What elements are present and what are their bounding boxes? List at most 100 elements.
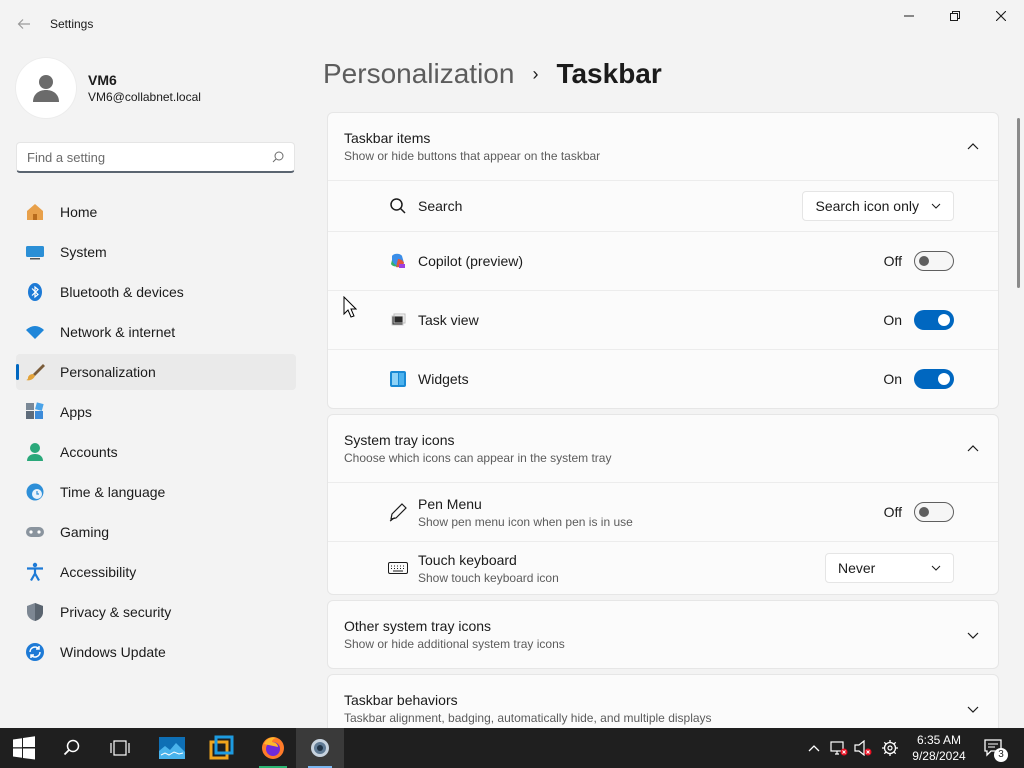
widgets-icon xyxy=(388,369,408,389)
back-button[interactable] xyxy=(12,12,36,36)
scrollbar[interactable] xyxy=(1017,118,1020,288)
accessibility-icon xyxy=(24,561,46,583)
chevron-down-icon xyxy=(931,565,941,571)
copilot-icon xyxy=(388,251,408,271)
section-title: Taskbar items xyxy=(344,130,431,146)
notifications-button[interactable]: 3 xyxy=(980,728,1008,768)
toggle-state-label: On xyxy=(883,312,902,328)
sidebar-item-apps[interactable]: Apps xyxy=(16,394,296,430)
task-view-icon xyxy=(388,310,408,330)
sidebar-item-bluetooth[interactable]: Bluetooth & devices xyxy=(16,274,296,310)
section-title: Taskbar behaviors xyxy=(344,692,458,708)
system-tray-section: System tray icons Choose which icons can… xyxy=(327,414,999,595)
chevron-down-icon[interactable] xyxy=(966,628,980,642)
section-title: System tray icons xyxy=(344,432,455,448)
system-tray-header[interactable]: System tray icons Choose which icons can… xyxy=(328,415,998,482)
gear-icon xyxy=(311,739,329,757)
shield-icon xyxy=(24,601,46,623)
search-icon xyxy=(63,739,80,756)
volume-muted-icon xyxy=(854,740,872,756)
toggle-state-label: On xyxy=(883,371,902,387)
app-title: Settings xyxy=(50,17,94,31)
sidebar-item-personalization[interactable]: Personalization xyxy=(16,354,296,390)
breadcrumb-parent[interactable]: Personalization xyxy=(323,58,514,90)
widgets-label: Widgets xyxy=(418,371,469,387)
sidebar-item-accessibility[interactable]: Accessibility xyxy=(16,554,296,590)
section-subtitle: Choose which icons can appear in the sys… xyxy=(344,451,612,465)
sidebar-item-windows-update[interactable]: Windows Update xyxy=(16,634,296,670)
start-button[interactable] xyxy=(0,728,48,768)
sidebar-item-network[interactable]: Network & internet xyxy=(16,314,296,350)
pen-menu-toggle[interactable] xyxy=(914,502,954,522)
taskbar-app-widgets[interactable] xyxy=(148,728,196,768)
sidebar-item-label: Windows Update xyxy=(60,644,166,660)
show-hidden-icons-button[interactable] xyxy=(804,728,824,768)
restore-button[interactable] xyxy=(932,0,978,32)
tray-settings-button[interactable] xyxy=(878,728,902,768)
task-view-toggle[interactable] xyxy=(914,310,954,330)
touch-keyboard-description: Show touch keyboard icon xyxy=(418,570,559,585)
sidebar-item-label: Gaming xyxy=(60,524,110,540)
sidebar-item-label: Accessibility xyxy=(60,564,137,580)
sidebar-item-privacy-security[interactable]: Privacy & security xyxy=(16,594,296,630)
taskbar-search-button[interactable] xyxy=(48,728,96,768)
volume-button[interactable] xyxy=(852,728,874,768)
user-icon xyxy=(33,75,59,102)
other-tray-icons-section[interactable]: Other system tray icons Show or hide add… xyxy=(327,600,999,669)
taskbar-app-firefox[interactable] xyxy=(249,728,297,768)
task-view-icon xyxy=(110,740,130,756)
sidebar-nav: Home System Bluetooth & devices Network … xyxy=(16,194,296,674)
section-subtitle: Show or hide additional system tray icon… xyxy=(344,637,565,651)
network-status-button[interactable] xyxy=(828,728,850,768)
keyboard-icon xyxy=(388,558,408,578)
sidebar-item-label: Privacy & security xyxy=(60,604,172,620)
sidebar-item-system[interactable]: System xyxy=(16,234,296,270)
touch-keyboard-label: Touch keyboard xyxy=(418,551,517,568)
other-tray-icons-header[interactable]: Other system tray icons Show or hide add… xyxy=(328,601,998,668)
copilot-toggle[interactable] xyxy=(914,251,954,271)
chevron-up-icon[interactable] xyxy=(966,442,980,456)
widgets-toggle[interactable] xyxy=(914,369,954,389)
search-icon xyxy=(272,151,284,163)
task-view-row: Task view On xyxy=(328,290,998,349)
clock-date: 9/28/2024 xyxy=(912,749,966,763)
sidebar-item-accounts[interactable]: Accounts xyxy=(16,434,296,470)
copilot-label: Copilot (preview) xyxy=(418,253,524,269)
chevron-up-icon[interactable] xyxy=(966,140,980,154)
chevron-down-icon[interactable] xyxy=(966,702,980,716)
windows-update-icon xyxy=(24,641,46,663)
gaming-icon xyxy=(24,521,46,543)
sidebar-item-time-language[interactable]: Time & language xyxy=(16,474,296,510)
sidebar-item-label: Apps xyxy=(60,404,92,420)
firefox-icon xyxy=(262,737,284,759)
search-row: Search Search icon only xyxy=(328,180,998,231)
search-box[interactable] xyxy=(16,142,295,173)
dropdown-value: Never xyxy=(838,560,876,576)
taskbar-items-section: Taskbar items Show or hide buttons that … xyxy=(327,112,999,409)
user-profile[interactable]: VM6 VM6@collabnet.local xyxy=(16,58,201,118)
taskbar-items-header[interactable]: Taskbar items Show or hide buttons that … xyxy=(328,113,998,180)
sidebar-item-label: Bluetooth & devices xyxy=(60,284,184,300)
taskbar-app-virtualbox[interactable] xyxy=(197,728,245,768)
back-arrow-icon xyxy=(17,19,30,29)
search-input[interactable] xyxy=(27,149,272,165)
pen-menu-label: Pen Menu xyxy=(418,495,482,512)
task-view-button[interactable] xyxy=(96,728,144,768)
breadcrumb-separator: › xyxy=(532,63,539,84)
chevron-up-icon xyxy=(808,745,820,752)
apps-icon xyxy=(24,401,46,423)
sidebar-item-gaming[interactable]: Gaming xyxy=(16,514,296,550)
widgets-row: Widgets On xyxy=(328,349,998,408)
clock[interactable]: 6:35 AM 9/28/2024 xyxy=(906,732,972,764)
close-button[interactable] xyxy=(978,0,1024,32)
toggle-state-label: Off xyxy=(883,504,902,520)
search-mode-dropdown[interactable]: Search icon only xyxy=(802,191,954,221)
touch-keyboard-dropdown[interactable]: Never xyxy=(825,553,954,583)
search-icon xyxy=(388,196,408,216)
minimize-button[interactable] xyxy=(886,0,932,32)
chevron-down-icon xyxy=(931,203,941,209)
taskbar-app-settings[interactable] xyxy=(296,728,344,768)
sidebar-item-home[interactable]: Home xyxy=(16,194,296,230)
clock-time: 6:35 AM xyxy=(916,733,962,747)
personalization-icon xyxy=(24,361,46,383)
